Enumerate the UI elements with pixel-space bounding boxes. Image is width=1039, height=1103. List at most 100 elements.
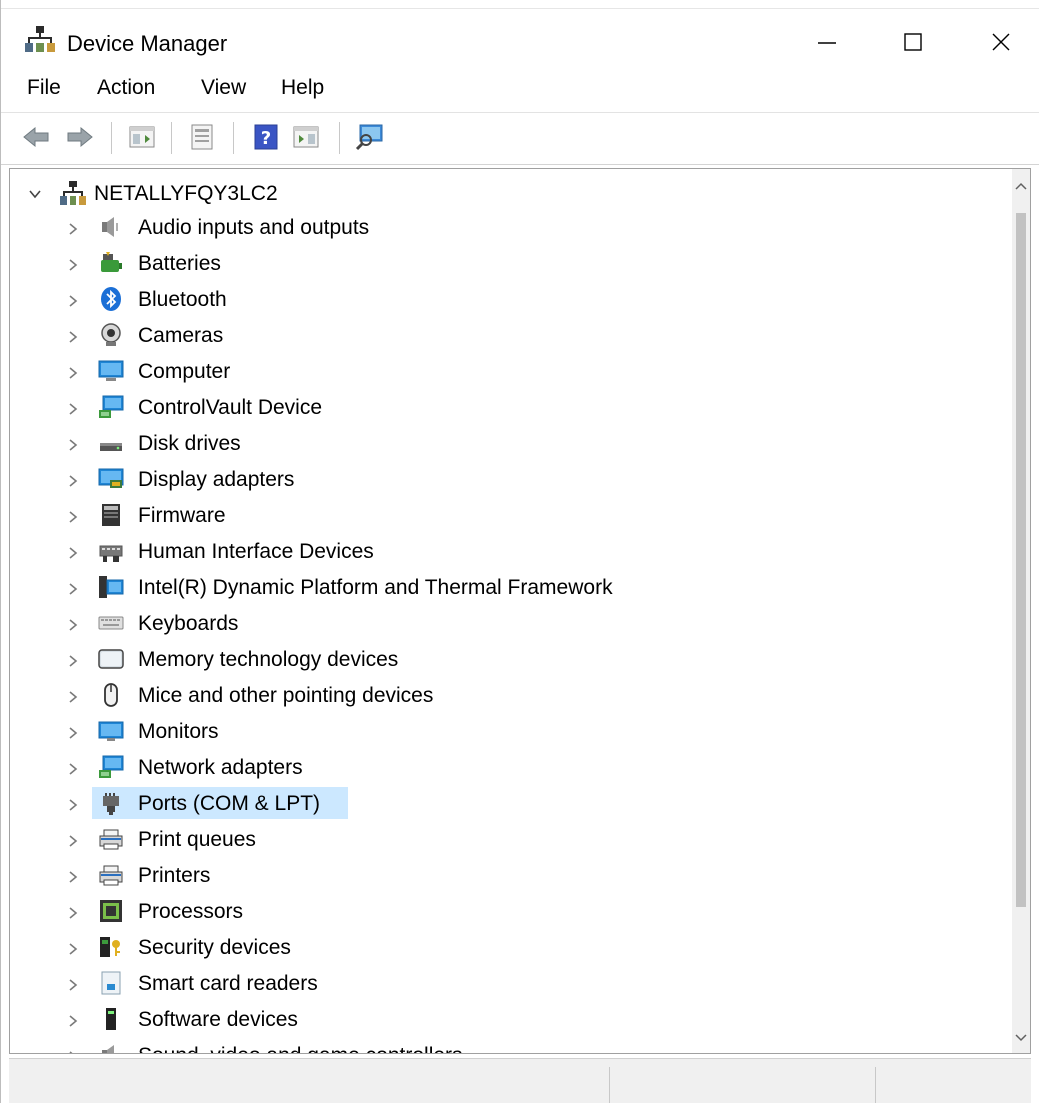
tree-item[interactable]: Cameras [10,318,1010,352]
tree-item-label: Display adapters [138,468,295,491]
show-hide-console-tree-icon [129,126,155,148]
chevron-right-icon[interactable] [66,978,80,992]
scrollbar-thumb[interactable] [1016,213,1026,907]
computer-root-icon [60,181,86,205]
tree-item[interactable]: Processors [10,894,1010,928]
chevron-right-icon[interactable] [66,1050,80,1053]
tree-item[interactable]: Computer [10,354,1010,388]
chevron-right-icon[interactable] [66,438,80,452]
tree-item[interactable]: Monitors [10,714,1010,748]
chevron-right-icon[interactable] [66,510,80,524]
chevron-right-icon[interactable] [66,294,80,308]
tree-item-label: Print queues [138,828,256,851]
tree-item-label: Network adapters [138,756,303,779]
menu-action[interactable]: Action [97,76,155,100]
chevron-right-icon[interactable] [66,474,80,488]
smart-card-icon [101,971,121,995]
chevron-right-icon[interactable] [66,690,80,704]
tree-item[interactable]: Printers [10,858,1010,892]
security-device-icon [100,937,120,957]
toolbar-separator [339,122,340,154]
computer-icon [98,360,124,381]
tree-item-label: Memory technology devices [138,648,399,671]
minimize-icon [818,42,836,44]
speaker-icon [102,217,118,237]
tree-item[interactable]: Memory technology devices [10,642,1010,676]
chevron-right-icon[interactable] [66,618,80,632]
tree-item[interactable]: Software devices [10,1002,1010,1036]
scroll-down-icon[interactable] [1014,1031,1028,1045]
toolbar: ? [1,112,1039,165]
chevron-right-icon[interactable] [66,330,80,344]
printer-icon [99,865,123,886]
chevron-right-icon[interactable] [66,258,80,272]
chevron-right-icon[interactable] [66,834,80,848]
show-hide-console-tree-button[interactable] [125,120,159,154]
forward-button[interactable] [63,120,97,154]
tree-item[interactable]: Human Interface Devices [10,534,1010,568]
chevron-right-icon[interactable] [66,726,80,740]
chevron-right-icon[interactable] [66,546,80,560]
tree-item-label: Human Interface Devices [138,540,374,563]
menu-help[interactable]: Help [281,76,324,100]
tree-item[interactable]: Smart card readers [10,966,1010,1000]
vertical-scrollbar[interactable] [1012,169,1030,1053]
chevron-right-icon[interactable] [66,366,80,380]
tree-item[interactable]: Audio inputs and outputs [10,210,1010,244]
tree-item[interactable]: Mice and other pointing devices [10,678,1010,712]
title-bar[interactable]: Device Manager [1,8,1039,66]
chevron-right-icon[interactable] [66,762,80,776]
tree-item-label: Printers [138,864,211,887]
chevron-right-icon[interactable] [66,222,80,236]
tree-root[interactable]: NETALLYFQY3LC2 [10,176,1010,210]
disk-drive-icon [100,443,122,451]
properties-button[interactable] [185,120,219,154]
chevron-right-icon[interactable] [66,870,80,884]
chevron-right-icon[interactable] [66,1014,80,1028]
close-button[interactable] [971,16,1031,68]
maximize-button[interactable] [883,16,943,68]
tree-item-label: Audio inputs and outputs [138,216,370,239]
chevron-right-icon[interactable] [66,654,80,668]
chevron-down-icon[interactable] [28,187,42,201]
tree-item[interactable]: Sound, video and game controllers [10,1038,1010,1053]
tree-item[interactable]: Display adapters [10,462,1010,496]
help-button[interactable]: ? [249,120,283,154]
tree-item-label: ControlVault Device [138,396,323,419]
menu-view[interactable]: View [201,76,246,100]
tree-item-label: Security devices [138,936,291,959]
chevron-right-icon[interactable] [66,402,80,416]
chevron-right-icon[interactable] [66,798,80,812]
tree-item[interactable]: Firmware [10,498,1010,532]
minimize-button[interactable] [797,16,857,68]
tree-item[interactable]: Ports (COM & LPT) [10,786,1010,820]
memory-icon [98,649,124,669]
back-button[interactable] [19,120,53,154]
tree-item[interactable]: Network adapters [10,750,1010,784]
tree-item[interactable]: Batteries [10,246,1010,280]
action-pane-button[interactable] [289,120,323,154]
tree-item-label: Intel(R) Dynamic Platform and Thermal Fr… [138,576,613,599]
software-device-icon [106,1008,116,1030]
camera-icon [101,323,121,346]
tree-item[interactable]: Disk drives [10,426,1010,460]
tree-item[interactable]: Print queues [10,822,1010,856]
tree-item-label: Bluetooth [138,288,227,311]
device-manager-window: Device Manager File Action View Help ? N… [0,0,1039,1103]
tree-item[interactable]: Bluetooth [10,282,1010,316]
tree-item[interactable]: ControlVault Device [10,390,1010,424]
menu-bar: File Action View Help [1,66,1039,113]
scroll-up-icon[interactable] [1014,179,1028,193]
bluetooth-icon [101,287,121,311]
tree-item-label: Monitors [138,720,219,743]
tree-item[interactable]: Keyboards [10,606,1010,640]
chevron-right-icon[interactable] [66,906,80,920]
chevron-right-icon[interactable] [66,582,80,596]
menu-file[interactable]: File [27,76,61,100]
tree-item[interactable]: Security devices [10,930,1010,964]
maximize-icon [904,33,922,51]
tree-item[interactable]: Intel(R) Dynamic Platform and Thermal Fr… [10,570,1010,604]
close-icon [992,33,1010,51]
chevron-right-icon[interactable] [66,942,80,956]
scan-hardware-button[interactable] [353,120,387,154]
